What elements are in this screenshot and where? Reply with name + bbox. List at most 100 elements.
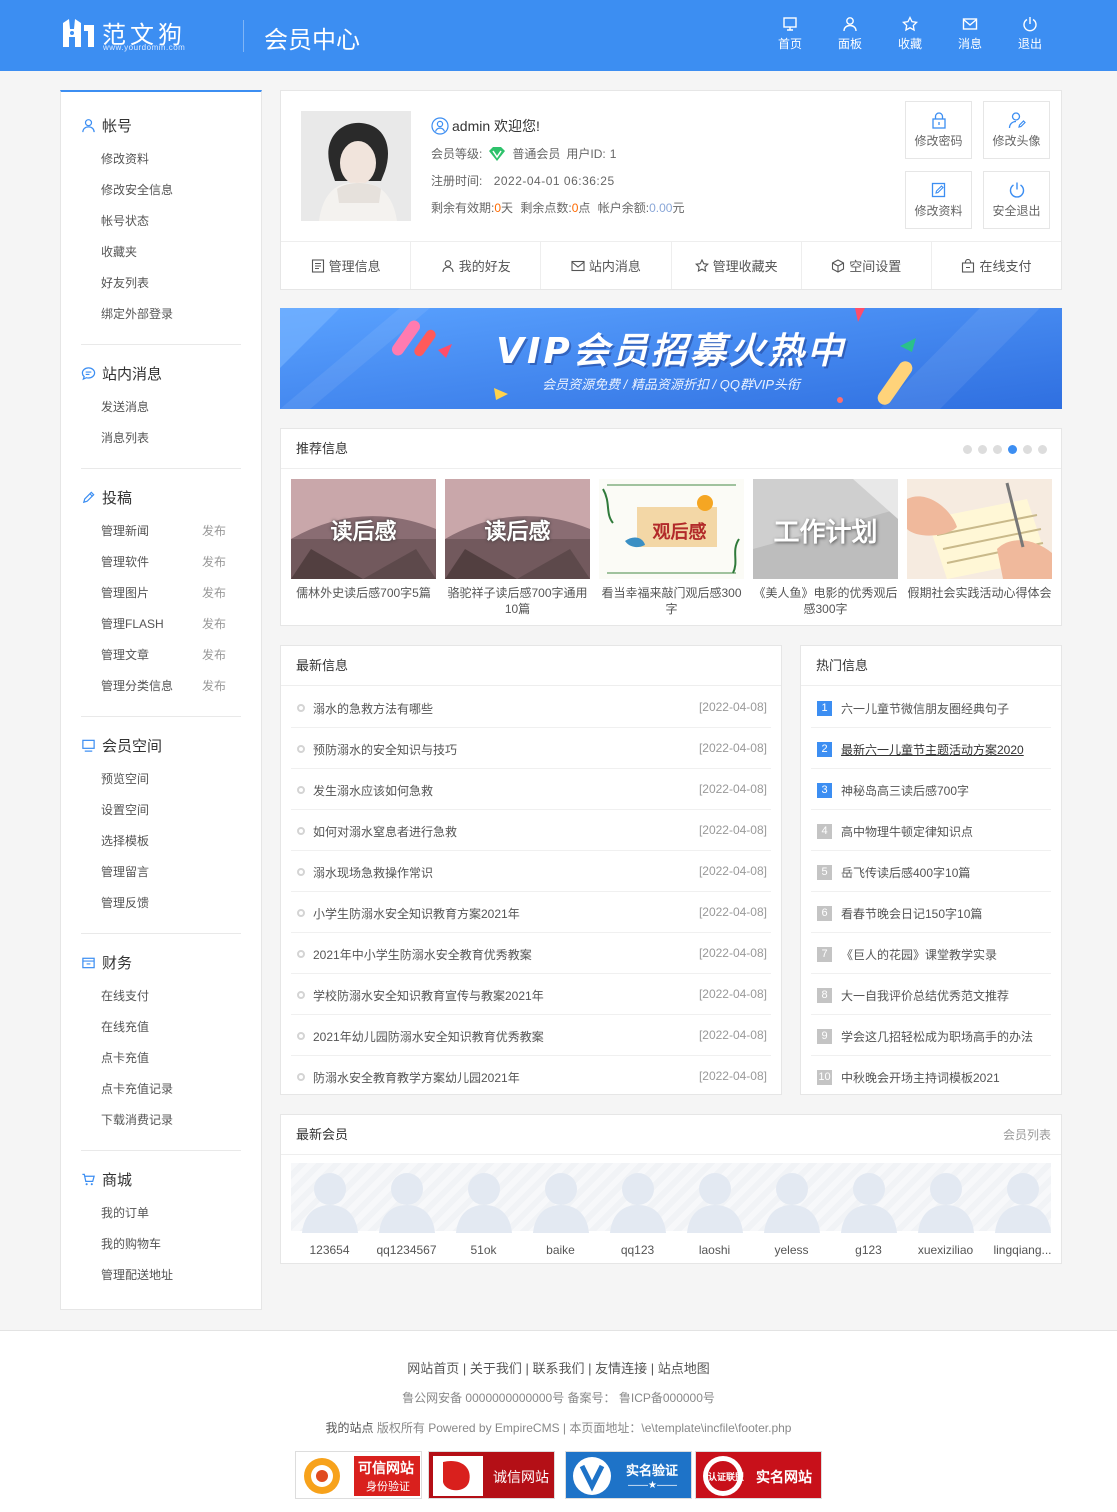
sidebar-group-label: 投稿 — [102, 489, 133, 507]
member-card[interactable]: qq1234567 — [368, 1167, 445, 1257]
user-avatar[interactable] — [301, 111, 411, 221]
sidebar-item-space-settings[interactable]: 设置空间 — [101, 801, 149, 818]
sidebar-item-favorites[interactable]: 收藏夹 — [101, 243, 137, 260]
list-item[interactable]: 如何对溺水窒息者进行急救 [2022-04-08] — [291, 810, 771, 851]
list-item[interactable]: 2 最新六一儿童节主题活动方案2020 — [811, 728, 1051, 769]
member-card[interactable]: 123654 — [291, 1167, 368, 1257]
sidebar-item-manage-images[interactable]: 管理图片 — [101, 584, 149, 601]
sidebar-item-preview-space[interactable]: 预览空间 — [101, 770, 149, 787]
publish-articles-link[interactable]: 发布 — [202, 646, 226, 663]
carousel-dot[interactable] — [993, 445, 1002, 454]
list-item[interactable]: 4 高中物理牛顿定律知识点 — [811, 810, 1051, 851]
list-item[interactable]: 溺水现场急救操作常识 [2022-04-08] — [291, 851, 771, 892]
nav-messages[interactable]: 消息 — [940, 16, 1000, 52]
realname-site-badge[interactable]: 认证联盟 实名网站 — [695, 1451, 822, 1499]
tab-space-settings[interactable]: 空间设置 — [802, 242, 932, 289]
sidebar-item-edit-profile[interactable]: 修改资料 — [101, 150, 149, 167]
list-item[interactable]: 溺水的急救方法有哪些 [2022-04-08] — [291, 687, 771, 728]
member-card[interactable]: laoshi — [676, 1167, 753, 1257]
sidebar-item-online-recharge[interactable]: 在线充值 — [101, 1018, 149, 1035]
nav-favorites[interactable]: 收藏 — [880, 16, 940, 52]
footer-site-name[interactable]: 我的站点 — [326, 1421, 374, 1435]
list-item[interactable]: 9 学会这几招轻松成为职场高手的办法 — [811, 1015, 1051, 1056]
recommend-item[interactable]: 观后感 看当幸福来敲门观后感300字 — [599, 479, 744, 617]
sidebar-item-message-list[interactable]: 消息列表 — [101, 429, 149, 446]
sidebar-item-my-cart[interactable]: 我的购物车 — [101, 1235, 161, 1252]
list-item[interactable]: 1 六一儿童节微信朋友圈经典句子 — [811, 687, 1051, 728]
recommend-item[interactable]: 工作计划 《美人鱼》电影的优秀观后感300字 — [753, 479, 898, 617]
member-list-link[interactable]: 会员列表 — [1003, 1115, 1051, 1155]
publish-software-link[interactable]: 发布 — [202, 553, 226, 570]
tab-manage-favorites[interactable]: 管理收藏夹 — [672, 242, 802, 289]
carousel-dot-active[interactable] — [1008, 445, 1017, 454]
member-card[interactable]: yeless — [753, 1167, 830, 1257]
sidebar-item-manage-news[interactable]: 管理新闻 — [101, 522, 149, 539]
carousel-dot[interactable] — [978, 445, 987, 454]
trusted-site-badge[interactable]: 可信网站 身份验证 — [295, 1451, 422, 1499]
carousel-dot[interactable] — [1023, 445, 1032, 454]
carousel-dot[interactable] — [963, 445, 972, 454]
sidebar-item-card-recharge[interactable]: 点卡充值 — [101, 1049, 149, 1066]
sidebar-item-security[interactable]: 修改安全信息 — [101, 181, 173, 198]
recommend-item[interactable]: 假期社会实践活动心得体会 — [907, 479, 1052, 601]
list-item[interactable]: 学校防溺水安全知识教育宣传与教案2021年 [2022-04-08] — [291, 974, 771, 1015]
list-item[interactable]: 7 《巨人的花园》课堂教学实录 — [811, 933, 1051, 974]
list-item[interactable]: 5 岳飞传读后感400字10篇 — [811, 851, 1051, 892]
edit-profile-button[interactable]: 修改资料 — [905, 171, 972, 229]
member-card[interactable]: g123 — [830, 1167, 907, 1257]
tab-my-friends[interactable]: 我的好友 — [411, 242, 542, 289]
publish-news-link[interactable]: 发布 — [202, 522, 226, 539]
list-item[interactable]: 3 神秘岛高三读后感700字 — [811, 769, 1051, 810]
recommend-item[interactable]: 读后感 骆驼祥子读后感700字通用10篇 — [445, 479, 590, 617]
footer-links[interactable]: 网站首页 | 关于我们 | 联系我们 | 友情连接 | 站点地图 — [0, 1358, 1117, 1377]
list-item[interactable]: 预防溺水的安全知识与技巧 [2022-04-08] — [291, 728, 771, 769]
sidebar-item-download-log[interactable]: 下载消费记录 — [101, 1111, 173, 1128]
list-item[interactable]: 小学生防溺水安全知识教育方案2021年 [2022-04-08] — [291, 892, 771, 933]
sidebar-item-choose-template[interactable]: 选择模板 — [101, 832, 149, 849]
publish-classifieds-link[interactable]: 发布 — [202, 677, 226, 694]
publish-images-link[interactable]: 发布 — [202, 584, 226, 601]
member-card[interactable]: xuexiziliao — [907, 1167, 984, 1257]
nav-logout[interactable]: 退出 — [1000, 16, 1060, 52]
change-password-button[interactable]: 修改密码 — [905, 101, 972, 159]
sidebar-item-friends[interactable]: 好友列表 — [101, 274, 149, 291]
member-card[interactable]: qq123 — [599, 1167, 676, 1257]
list-item[interactable]: 发生溺水应该如何急救 [2022-04-08] — [291, 769, 771, 810]
sidebar-item-manage-comments[interactable]: 管理留言 — [101, 863, 149, 880]
safe-logout-button[interactable]: 安全退出 — [983, 171, 1050, 229]
tab-online-payment[interactable]: 在线支付 — [932, 242, 1061, 289]
nav-home[interactable]: 首页 — [760, 16, 820, 52]
sidebar-item-manage-software[interactable]: 管理软件 — [101, 553, 149, 570]
publish-flash-link[interactable]: 发布 — [202, 615, 226, 632]
sidebar-item-shipping-address[interactable]: 管理配送地址 — [101, 1266, 173, 1283]
change-avatar-button[interactable]: 修改头像 — [983, 101, 1050, 159]
sidebar-item-send-message[interactable]: 发送消息 — [101, 398, 149, 415]
sidebar-item-manage-classifieds[interactable]: 管理分类信息 — [101, 677, 173, 694]
list-item[interactable]: 10 中秋晚会开场主持词模板2021 — [811, 1056, 1051, 1097]
sidebar-item-my-orders[interactable]: 我的订单 — [101, 1204, 149, 1221]
list-item[interactable]: 2021年幼儿园防溺水安全知识教育优秀教案 [2022-04-08] — [291, 1015, 771, 1056]
carousel-dot[interactable] — [1038, 445, 1047, 454]
sidebar-item-external-login[interactable]: 绑定外部登录 — [101, 305, 173, 322]
honest-site-badge[interactable]: 诚信网站 — [428, 1451, 555, 1499]
member-card[interactable]: baike — [522, 1167, 599, 1257]
vip-banner[interactable]: VIP会员招募火热中 会员资源免费 / 精品资源折扣 / QQ群VIP头衔 — [280, 308, 1062, 409]
sidebar-item-manage-flash[interactable]: 管理FLASH — [101, 615, 164, 632]
member-card[interactable]: 51ok — [445, 1167, 522, 1257]
sidebar-item-account-status[interactable]: 帐号状态 — [101, 212, 149, 229]
member-card[interactable]: lingqiang... — [984, 1167, 1061, 1257]
tab-manage-info[interactable]: 管理信息 — [281, 242, 412, 289]
realname-verify-badge[interactable]: 实名验证 ——★—— — [565, 1451, 692, 1499]
list-item[interactable]: 防溺水安全教育教学方案幼儿园2021年 [2022-04-08] — [291, 1056, 771, 1097]
list-item[interactable]: 2021年中小学生防溺水安全教育优秀教案 [2022-04-08] — [291, 933, 771, 974]
nav-panel[interactable]: 面板 — [820, 16, 880, 52]
tab-site-messages[interactable]: 站内消息 — [541, 242, 672, 289]
list-item[interactable]: 8 大一自我评价总结优秀范文推荐 — [811, 974, 1051, 1015]
sidebar-item-card-recharge-log[interactable]: 点卡充值记录 — [101, 1080, 173, 1097]
sidebar-item-manage-feedback[interactable]: 管理反馈 — [101, 894, 149, 911]
recommend-item[interactable]: 读后感 儒林外史读后感700字5篇 — [291, 479, 436, 601]
sidebar-item-manage-articles[interactable]: 管理文章 — [101, 646, 149, 663]
site-logo[interactable]: 范文狗 www.yourdomin.com — [60, 15, 220, 55]
list-item[interactable]: 6 看春节晚会日记150字10篇 — [811, 892, 1051, 933]
sidebar-item-online-payment[interactable]: 在线支付 — [101, 987, 149, 1004]
